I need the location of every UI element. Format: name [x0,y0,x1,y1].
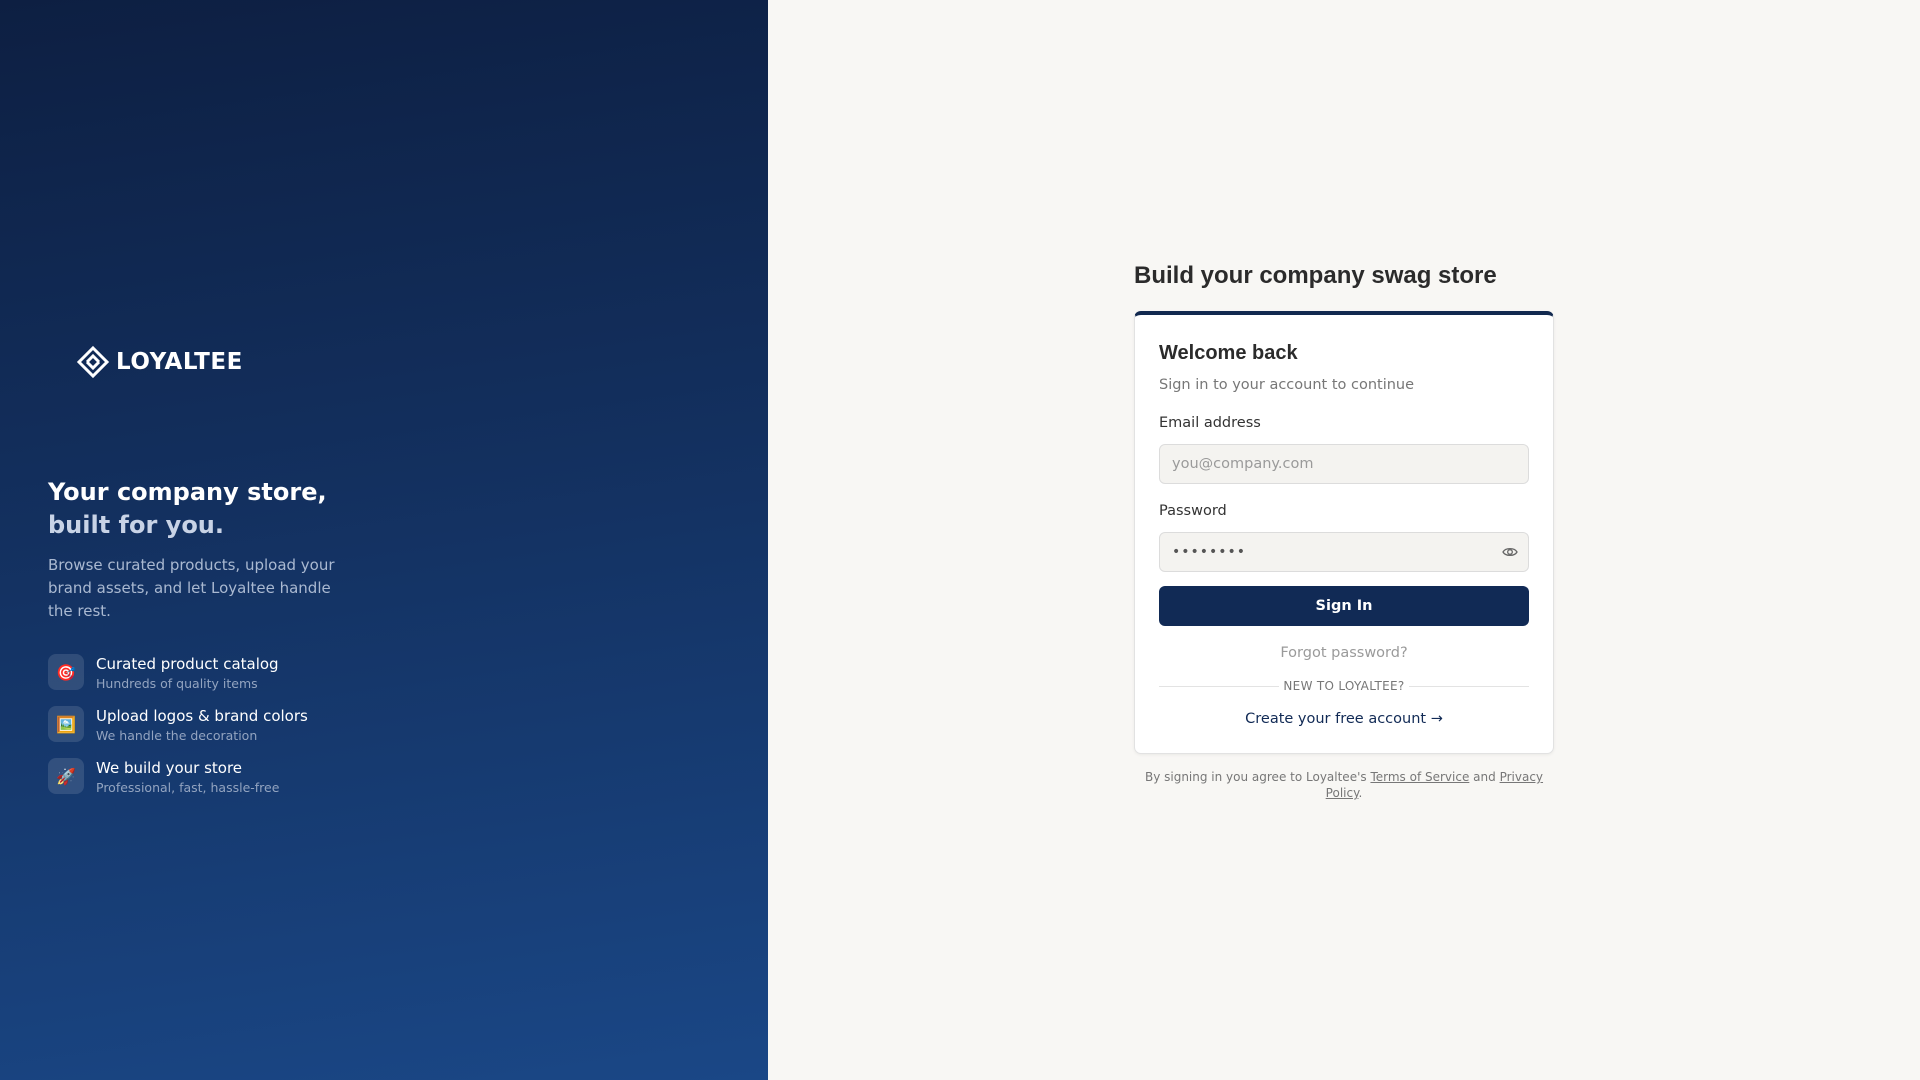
password-value: •••••••• [1172,544,1247,560]
hero-heading-line1: Your company store, [48,478,327,506]
target-icon: 🎯 [48,654,84,690]
password-field[interactable]: •••••••• [1159,532,1529,572]
signin-panel: Build your company swag store Welcome ba… [768,0,1920,1080]
create-account-link[interactable]: Create your free account → [1159,711,1529,727]
email-label: Email address [1159,415,1261,431]
legal-suffix: . [1358,786,1363,800]
email-field[interactable] [1159,444,1529,484]
framed-picture-icon: 🖼️ [48,706,84,742]
hero-panel: LOYALTEE Your company store, built for y… [0,0,768,1080]
rocket-icon: 🚀 [48,758,84,794]
signin-card: Welcome back Sign in to your account to … [1134,311,1554,754]
divider: NEW TO LOYALTEE? [1159,679,1529,693]
feature-item-upload: 🖼️ Upload logos & brand colors We handle… [48,706,308,743]
divider-text: NEW TO LOYALTEE? [1283,679,1405,693]
feature-subtitle: Professional, fast, hassle-free [96,780,280,795]
feature-subtitle: Hundreds of quality items [96,676,258,691]
password-label: Password [1159,503,1227,519]
feature-title: We build your store [96,759,243,777]
forgot-password-link[interactable]: Forgot password? [1159,645,1529,661]
brand-logo[interactable]: LOYALTEE [76,345,243,379]
hero-description: Browse curated products, upload your bra… [48,556,335,620]
card-subtitle: Sign in to your account to continue [1159,377,1415,393]
feature-title: Curated product catalog [96,655,279,673]
feature-subtitle: We handle the decoration [96,728,258,743]
feature-item-build: 🚀 We build your store Professional, fast… [48,758,308,795]
legal-and: and [1473,770,1496,784]
legal-notice: By signing in you agree to Loyaltee's Te… [1134,769,1554,801]
hero-heading: Your company store, built for you. [48,476,327,542]
card-title: Welcome back [1159,342,1298,364]
feature-item-catalog: 🎯 Curated product catalog Hundreds of qu… [48,654,308,691]
loyaltee-logo-mark-icon [76,345,110,379]
eye-icon[interactable] [1502,545,1518,559]
sign-in-button[interactable]: Sign In [1159,586,1529,626]
page-title: Build your company swag store [1134,262,1497,289]
feature-title: Upload logos & brand colors [96,707,308,725]
hero-heading-line2: built for you. [48,511,225,539]
legal-prefix: By signing in you agree to Loyaltee's [1144,770,1367,784]
feature-list: 🎯 Curated product catalog Hundreds of qu… [48,654,308,810]
terms-of-service-link[interactable]: Terms of Service [1370,770,1469,784]
brand-name: LOYALTEE [116,349,243,375]
